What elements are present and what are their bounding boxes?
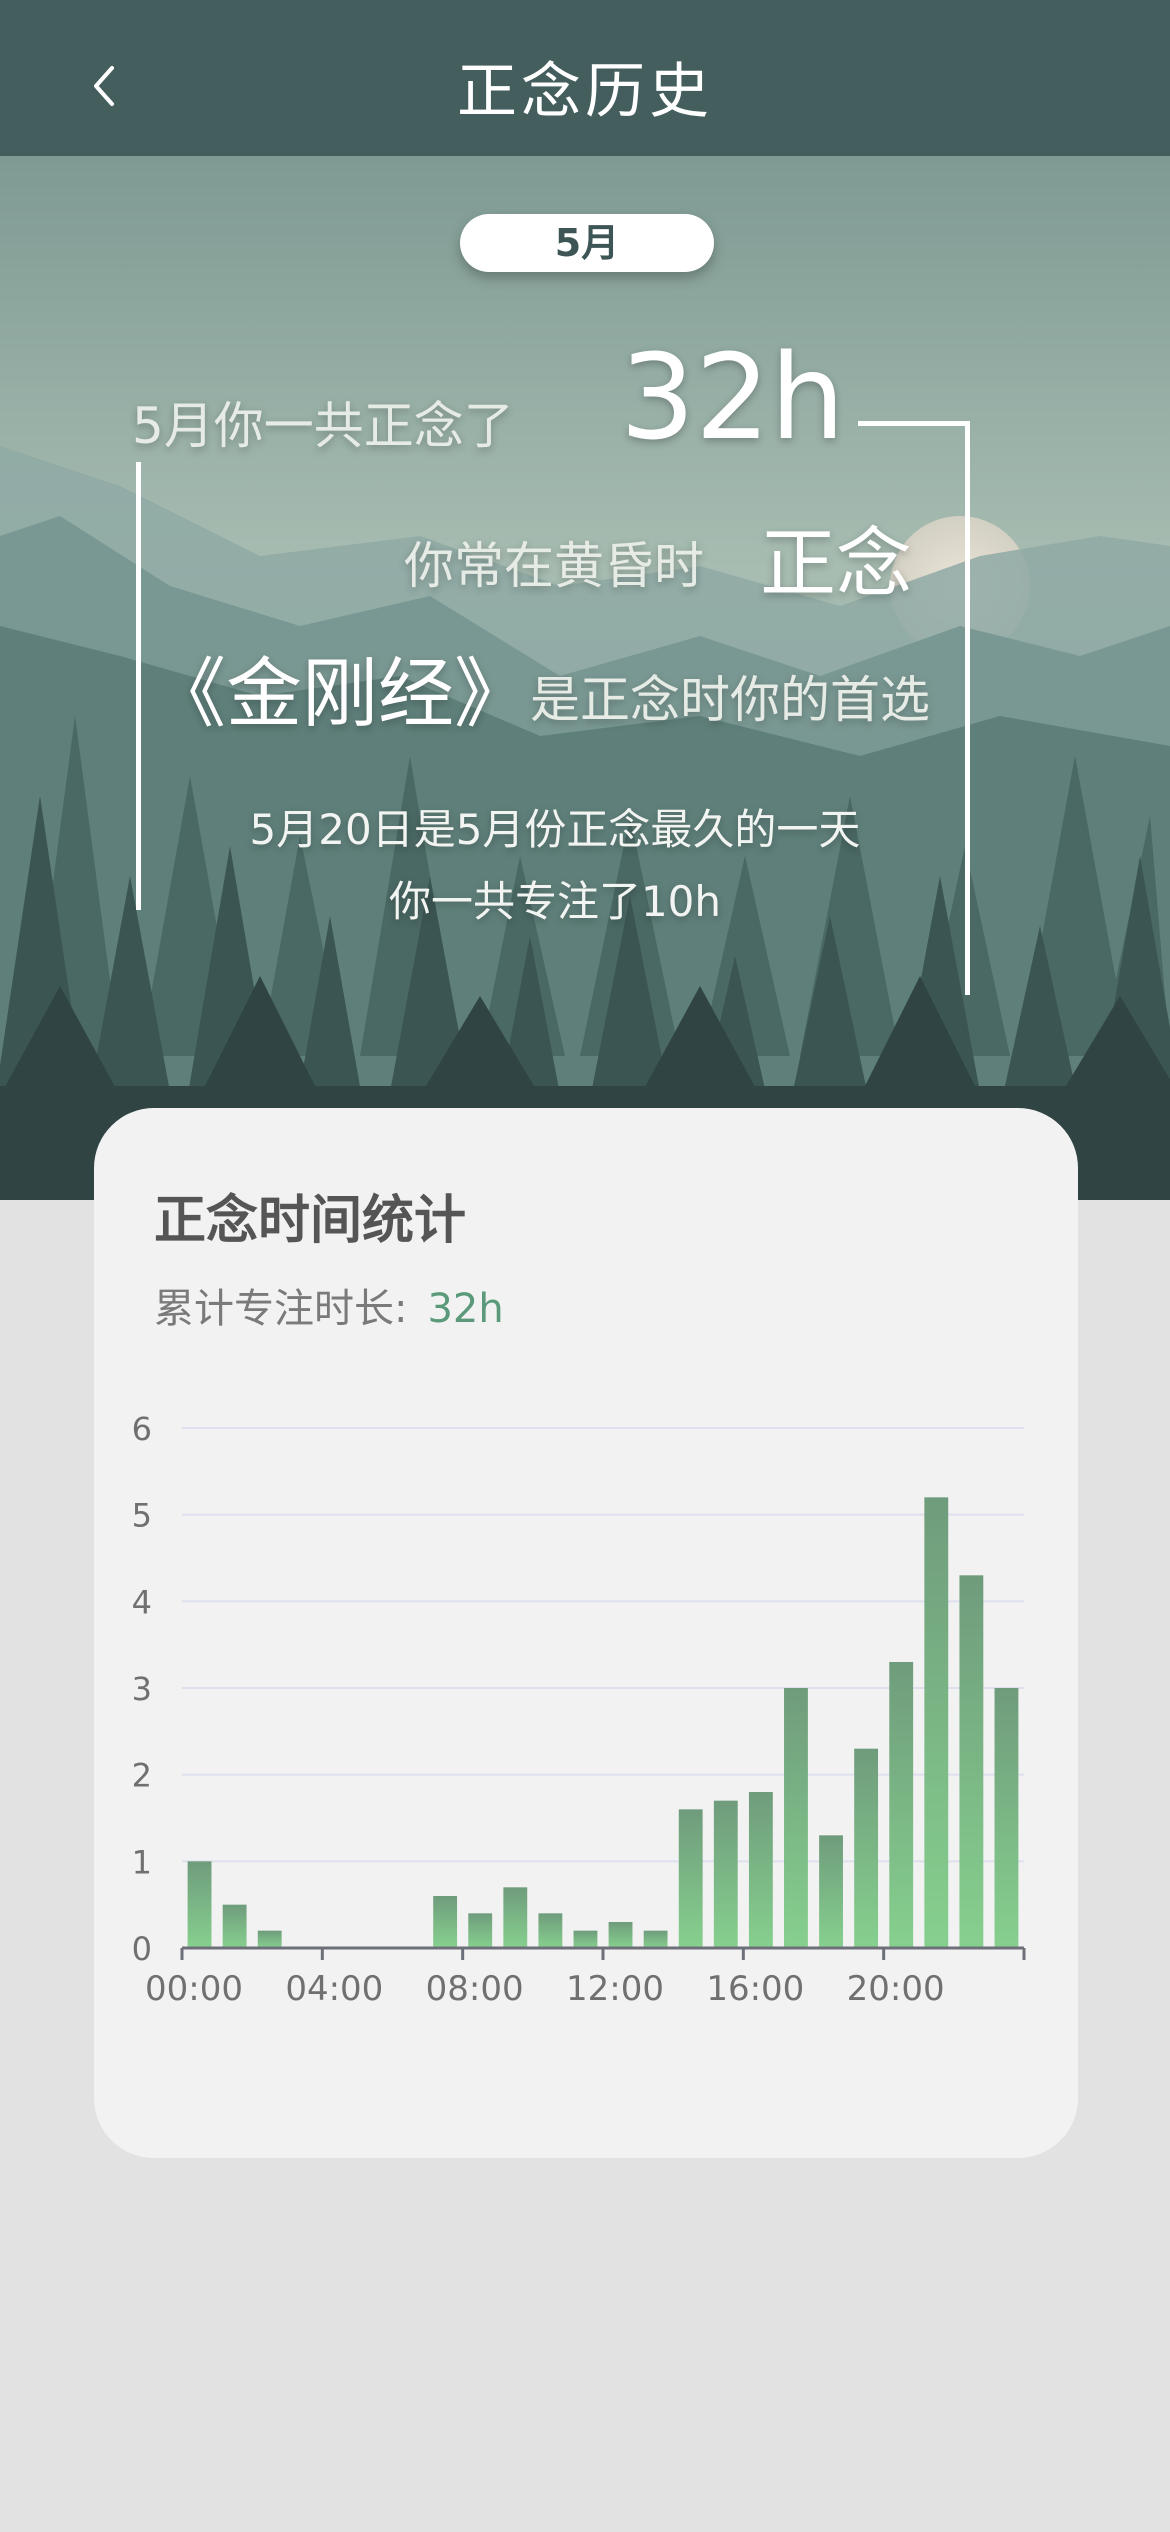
bar-17:00 [784, 1688, 808, 1948]
bar-14:00 [678, 1809, 703, 1948]
x-tick-label: 20:00 [847, 1969, 945, 2009]
bar-08:00 [468, 1913, 493, 1948]
hourly-bar-chart: 0 1 2 3 4 5 6 00:00 04:00 08:00 12:00 16:00 20:00 [132, 1410, 1026, 2009]
bar-22:00 [959, 1575, 984, 1948]
bar-23:00 [994, 1688, 1019, 1948]
y-tick-label: 6 [132, 1410, 152, 1448]
habit-prefix: 你常在黄昏时 [404, 537, 704, 595]
best-day-line: 5月20日是5月份正念最久的一天 [249, 805, 861, 854]
bar-11:00 [573, 1930, 598, 1948]
y-tick-label: 3 [132, 1670, 152, 1708]
y-tick-label: 2 [132, 1757, 152, 1795]
y-tick-label: 0 [132, 1930, 152, 1968]
best-day-focus: 你一共专注了10h [388, 877, 722, 926]
bar-00:00 [187, 1861, 212, 1948]
habit-highlight: 正念 [760, 519, 912, 608]
bar-19:00 [854, 1748, 879, 1948]
bar-12:00 [608, 1922, 633, 1948]
total-duration-label: 累计专注时长: [154, 1286, 408, 1332]
y-tick-label: 4 [132, 1583, 152, 1621]
page-title: 正念历史 [457, 57, 713, 127]
bar-16:00 [748, 1792, 773, 1948]
summary-prefix: 5月你一共正念了 [132, 397, 514, 455]
bar-01:00 [222, 1904, 247, 1948]
stats-title: 正念时间统计 [154, 1191, 467, 1251]
bar-10:00 [538, 1913, 563, 1948]
bar-21:00 [924, 1497, 949, 1948]
bar-15:00 [713, 1800, 738, 1948]
bar-07:00 [433, 1896, 458, 1948]
bar-09:00 [503, 1887, 528, 1948]
hero-banner: 5月 5月你一共正念了 32h 你常在黄昏时 正念 《金刚经》 是正念时你的首选… [0, 156, 1170, 1200]
favorite-sutra: 《金刚经》 [150, 649, 530, 738]
total-hours: 32h [620, 328, 845, 466]
bar-20:00 [889, 1662, 914, 1948]
favorite-suffix: 是正念时你的首选 [530, 671, 930, 729]
bar-02:00 [257, 1930, 282, 1948]
x-tick-label: 12:00 [566, 1969, 664, 2009]
total-duration-value: 32h [427, 1286, 504, 1332]
x-tick-label: 00:00 [145, 1969, 243, 2009]
y-tick-label: 1 [132, 1843, 152, 1881]
stats-card: 正念时间统计 累计专注时长: 32h 0 1 2 3 4 5 6 00:00 04:00 08:00… [94, 1108, 1078, 2158]
bracket-left [136, 462, 141, 910]
x-tick-label: 16:00 [706, 1969, 804, 2009]
total-duration-row: 累计专注时长: 32h [154, 1276, 504, 1334]
bracket-top-right [858, 421, 970, 426]
month-selector[interactable]: 5月 [460, 214, 714, 272]
bar-18:00 [819, 1835, 843, 1948]
x-tick-label: 04:00 [285, 1969, 383, 2009]
header-bar: 正念历史 [0, 0, 1170, 156]
bar-13:00 [643, 1930, 668, 1948]
x-tick-label: 08:00 [426, 1969, 524, 2009]
bracket-right [965, 421, 970, 995]
y-tick-label: 5 [132, 1497, 152, 1535]
